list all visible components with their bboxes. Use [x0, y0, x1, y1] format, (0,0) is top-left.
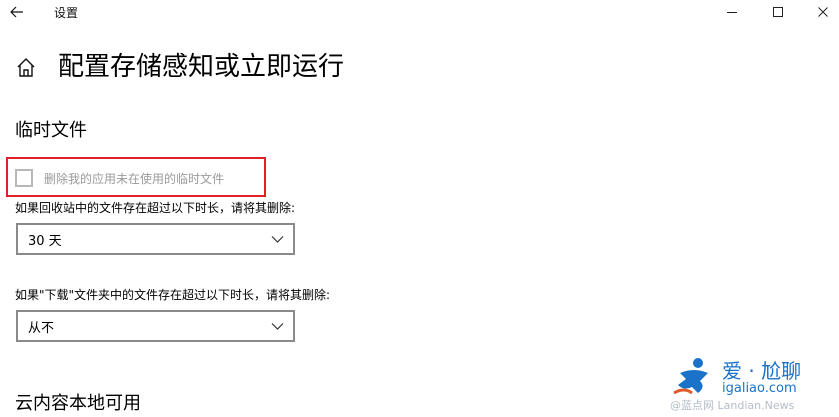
- watermark-url: igaliao.com: [722, 381, 797, 396]
- downloads-duration-value: 从不: [28, 320, 55, 336]
- close-icon: [818, 7, 828, 17]
- home-icon: [17, 58, 35, 77]
- back-button[interactable]: [6, 2, 28, 22]
- minimize-button[interactable]: [714, 0, 750, 24]
- delete-unused-temp-files-checkbox[interactable]: [15, 169, 33, 187]
- downloads-label: 如果"下载"文件夹中的文件存在超过以下时长，请将其删除:: [15, 288, 331, 302]
- chevron-down-icon: [271, 236, 284, 243]
- chevron-down-icon: [271, 323, 284, 330]
- recycle-bin-duration-select[interactable]: 30 天: [16, 223, 295, 255]
- cloud-content-heading: 云内容本地可用: [15, 393, 141, 414]
- delete-unused-temp-files-checkbox-row[interactable]: 删除我的应用未在使用的临时文件: [15, 167, 224, 189]
- recycle-bin-duration-value: 30 天: [28, 233, 62, 249]
- downloads-duration-select[interactable]: 从不: [16, 310, 295, 342]
- back-arrow-icon: [10, 6, 23, 18]
- app-title: 设置: [54, 6, 79, 20]
- delete-unused-temp-files-label: 删除我的应用未在使用的临时文件: [44, 171, 225, 186]
- minimize-icon: [727, 12, 737, 13]
- temp-files-heading: 临时文件: [15, 120, 87, 141]
- watermark-logo-icon: [673, 358, 708, 395]
- title-bar: 设置: [0, 0, 839, 24]
- watermark-brand: 爱 · 尬聊: [722, 359, 802, 383]
- maximize-icon: [773, 7, 783, 17]
- close-button[interactable]: [805, 0, 839, 24]
- page-title: 配置存储感知或立即运行: [58, 52, 345, 82]
- watermark-news: @蓝点网 Landian.News: [670, 399, 795, 412]
- maximize-button[interactable]: [760, 0, 796, 24]
- home-button[interactable]: [16, 57, 36, 79]
- recycle-bin-label: 如果回收站中的文件存在超过以下时长，请将其删除:: [15, 201, 296, 215]
- watermark: 爱 · 尬聊 igaliao.com @蓝点网 Landian.News: [670, 345, 835, 413]
